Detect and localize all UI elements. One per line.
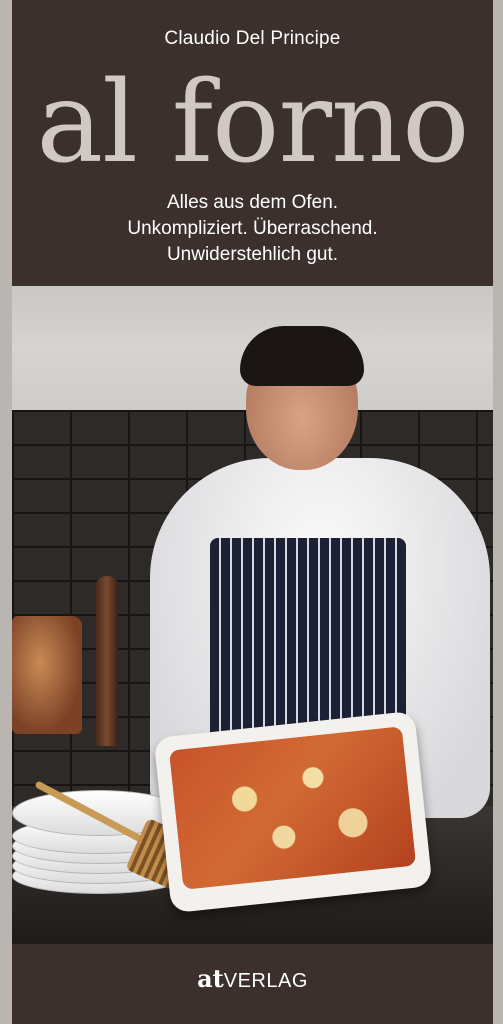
cover-photo xyxy=(12,286,493,944)
book-title: al forno xyxy=(36,58,469,188)
publisher-logo: atVERLAG xyxy=(12,964,493,993)
chef-hair xyxy=(240,326,364,386)
publisher-name: VERLAG xyxy=(223,970,308,992)
book-cover: Claudio Del Principe al forno Alles aus … xyxy=(12,0,493,1024)
pepper-mill xyxy=(96,576,118,746)
copper-pot xyxy=(12,616,82,734)
cover-footer: atVERLAG xyxy=(12,944,493,1024)
baking-dish xyxy=(153,710,433,914)
author-name: Claudio Del Principe xyxy=(164,28,341,49)
lasagna xyxy=(168,726,417,890)
book-subtitle: Alles aus dem Ofen. Unkompliziert. Überr… xyxy=(12,190,493,268)
subtitle-line-3: Unwiderstehlich gut. xyxy=(166,244,339,265)
publisher-prefix: at xyxy=(197,964,224,993)
subtitle-line-1: Alles aus dem Ofen. xyxy=(166,192,339,213)
cover-header: Claudio Del Principe al forno Alles aus … xyxy=(12,0,493,286)
subtitle-line-2: Unkompliziert. Überraschend. xyxy=(127,218,378,239)
